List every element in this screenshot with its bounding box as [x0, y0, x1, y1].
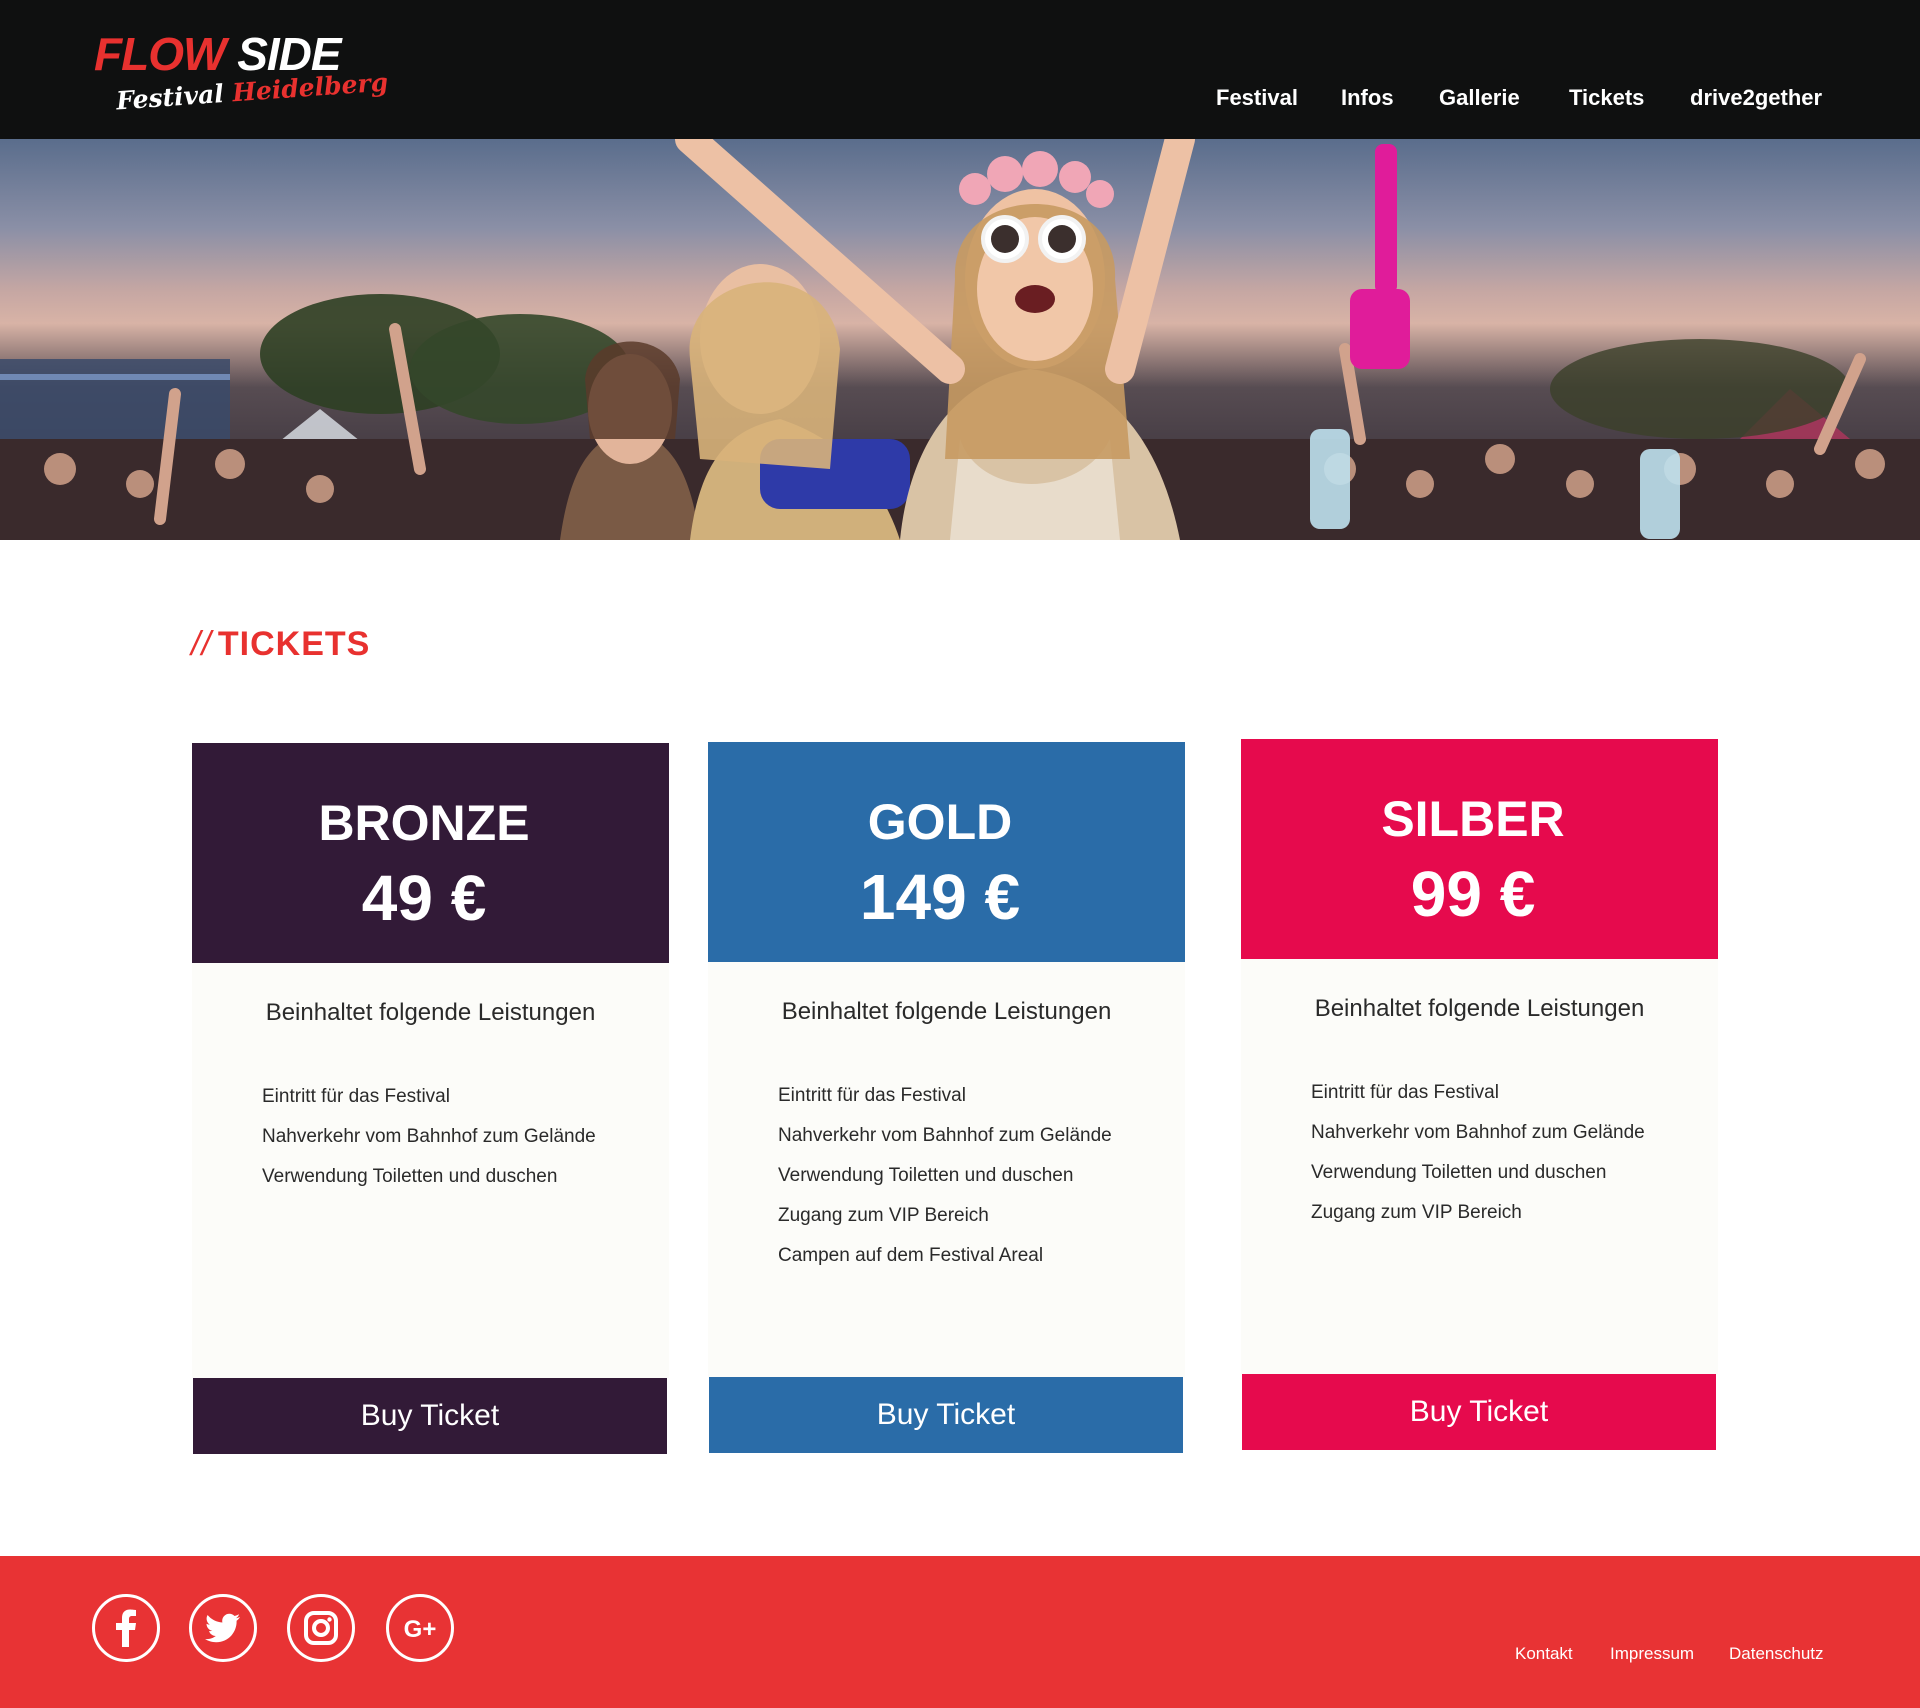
footer-link-datenschutz[interactable]: Datenschutz [1729, 1642, 1824, 1666]
google-plus-icon[interactable]: G+ [386, 1594, 454, 1662]
ticket-card-body: Beinhaltet folgende Leistungen Eintritt … [1241, 959, 1718, 1374]
ticket-card-body: Beinhaltet folgende Leistungen Eintritt … [708, 962, 1185, 1377]
footer: G+ Kontakt Impressum Datenschutz [0, 1556, 1920, 1708]
top-navigation-bar: FLOW SIDE Festival Heidelberg Festival I… [0, 0, 1920, 139]
feature-item: Zugang zum VIP Bereich [778, 1205, 989, 1226]
feature-item: Nahverkehr vom Bahnhof zum Gelände [262, 1126, 596, 1147]
festival-crowd-illustration [0, 139, 1920, 540]
nav-item-drive2gether[interactable]: drive2gether [1690, 78, 1822, 118]
section-title-tickets: //TICKETS [191, 618, 370, 670]
feature-item: Verwendung Toiletten und duschen [778, 1165, 1074, 1186]
feature-item: Nahverkehr vom Bahnhof zum Gelände [778, 1125, 1112, 1146]
feature-item: Eintritt für das Festival [1311, 1082, 1499, 1103]
instagram-icon[interactable] [287, 1594, 355, 1662]
nav-item-festival[interactable]: Festival [1216, 78, 1298, 118]
twitter-icon[interactable] [189, 1594, 257, 1662]
ticket-subtitle: Beinhaltet folgende Leistungen [1314, 995, 1645, 1022]
footer-link-impressum[interactable]: Impressum [1610, 1642, 1694, 1666]
logo-text-flow: FLOW [94, 28, 226, 80]
feature-list: Eintritt für das Festival Nahverkehr vom… [1311, 1073, 1645, 1233]
facebook-icon[interactable] [92, 1594, 160, 1662]
ticket-price: 149 € [859, 861, 1021, 933]
title-slashes: // [191, 625, 212, 663]
footer-link-kontakt[interactable]: Kontakt [1515, 1642, 1573, 1666]
feature-item: Zugang zum VIP Bereich [1311, 1202, 1522, 1223]
feature-item: Eintritt für das Festival [262, 1086, 450, 1107]
main-nav: Festival Infos Gallerie Tickets drive2ge… [0, 78, 1920, 118]
ticket-name: BRONZE [318, 795, 530, 851]
ticket-subtitle: Beinhaltet folgende Leistungen [265, 999, 596, 1026]
hero-banner-image [0, 139, 1920, 540]
nav-item-tickets[interactable]: Tickets [1569, 78, 1644, 118]
feature-item: Verwendung Toiletten und duschen [1311, 1162, 1607, 1183]
feature-item: Verwendung Toiletten und duschen [262, 1166, 558, 1187]
ticket-card-header: GOLD 149 € [708, 742, 1185, 962]
feature-list: Eintritt für das Festival Nahverkehr vom… [778, 1076, 1112, 1276]
buy-ticket-button-bronze[interactable]: Buy Ticket [193, 1378, 667, 1454]
buy-ticket-button-gold[interactable]: Buy Ticket [709, 1377, 1183, 1453]
feature-item: Campen auf dem Festival Areal [778, 1245, 1044, 1266]
google-plus-glyph: G+ [404, 1616, 437, 1643]
feature-item: Eintritt für das Festival [778, 1085, 966, 1106]
ticket-name: GOLD [867, 794, 1013, 850]
ticket-card-header: SILBER 99 € [1241, 739, 1718, 959]
page-title: TICKETS [217, 625, 371, 663]
feature-item: Nahverkehr vom Bahnhof zum Gelände [1311, 1122, 1645, 1143]
nav-item-gallerie[interactable]: Gallerie [1439, 78, 1520, 118]
ticket-price: 49 € [361, 862, 487, 934]
feature-list: Eintritt für das Festival Nahverkehr vom… [262, 1077, 596, 1197]
ticket-card-body: Beinhaltet folgende Leistungen Eintritt … [192, 963, 669, 1378]
ticket-subtitle: Beinhaltet folgende Leistungen [781, 998, 1112, 1025]
ticket-card-header: BRONZE 49 € [192, 743, 669, 963]
ticket-price: 99 € [1410, 858, 1536, 930]
nav-item-infos[interactable]: Infos [1341, 78, 1394, 118]
ticket-name: SILBER [1381, 791, 1565, 847]
buy-ticket-button-silber[interactable]: Buy Ticket [1242, 1374, 1716, 1450]
